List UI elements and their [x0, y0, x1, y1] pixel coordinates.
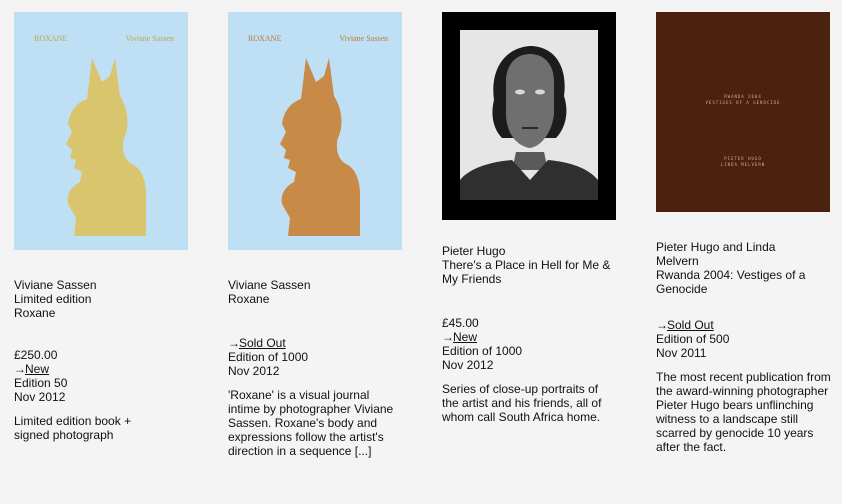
silhouette-image — [280, 58, 360, 236]
cover-title-line-2: VESTIGES OF A GENOCIDE — [705, 100, 781, 105]
cover-author-line-1: PIETER HUGO — [724, 156, 762, 161]
product-artist: Pieter Hugo — [442, 244, 506, 258]
product-title-link[interactable]: Rwanda 2004: Vestiges of a Genocide — [656, 268, 832, 296]
product-artist: Pieter Hugo and Linda Melvern — [656, 240, 776, 268]
product-price: £45.00 — [442, 316, 479, 330]
product-title-link[interactable]: Roxane — [228, 292, 408, 306]
book-cover-roxane-gold[interactable]: ROXANE Viviane Sassen — [14, 12, 188, 250]
product-edition: Edition of 1000 — [228, 350, 309, 364]
product-price: £250.00 — [14, 348, 58, 362]
status-link-sold-out[interactable]: Sold Out — [239, 336, 286, 350]
status-link-new[interactable]: New — [25, 362, 49, 376]
product-status: →Sold Out — [228, 336, 408, 350]
product-date: Nov 2012 — [442, 358, 494, 372]
product-date: Nov 2012 — [228, 364, 280, 378]
product-status: →Sold Out — [656, 318, 836, 332]
product-date: Nov 2011 — [656, 346, 707, 360]
product-status: →New — [442, 330, 622, 344]
cover-title-line-1: RWANDA 2004 — [724, 94, 762, 99]
product-title-link[interactable]: There's a Place in Hell for Me & My Frie… — [442, 258, 622, 286]
book-cover-portrait[interactable] — [442, 12, 616, 220]
product-status: →New — [14, 362, 194, 376]
arrow-right-icon: → — [14, 362, 26, 376]
product-artist: Viviane Sassen — [228, 278, 311, 292]
product-description: Limited edition book + signed photograph — [14, 414, 132, 442]
arrow-right-icon: → — [656, 318, 668, 332]
product-artist: Viviane Sassen — [14, 278, 97, 292]
book-cover-rwanda[interactable]: RWANDA 2004 VESTIGES OF A GENOCIDE PIETE… — [656, 12, 830, 212]
product-description: 'Roxane' is a visual journal intime by p… — [228, 388, 394, 458]
product-date: Nov 2012 — [14, 390, 66, 404]
arrow-right-icon: → — [442, 330, 454, 344]
product-title-link[interactable]: Roxane — [14, 306, 194, 320]
book-cover-roxane-copper[interactable]: ROXANE Viviane Sassen — [228, 12, 402, 250]
product-description: Series of close-up portraits of the arti… — [442, 382, 602, 424]
cover-author-line-2: LINDA MELVERN — [720, 162, 766, 167]
product-edition: Edition 50 — [14, 376, 68, 390]
portrait-photo — [460, 30, 598, 200]
product-subtitle: Limited edition — [14, 292, 92, 306]
product-edition: Edition of 1000 — [442, 344, 523, 358]
status-link-new[interactable]: New — [453, 330, 477, 344]
product-edition: Edition of 500 — [656, 332, 730, 346]
arrow-right-icon: → — [228, 336, 240, 350]
status-link-sold-out[interactable]: Sold Out — [667, 318, 714, 332]
product-description: The most recent publication from the awa… — [656, 370, 831, 454]
silhouette-image — [66, 58, 146, 236]
